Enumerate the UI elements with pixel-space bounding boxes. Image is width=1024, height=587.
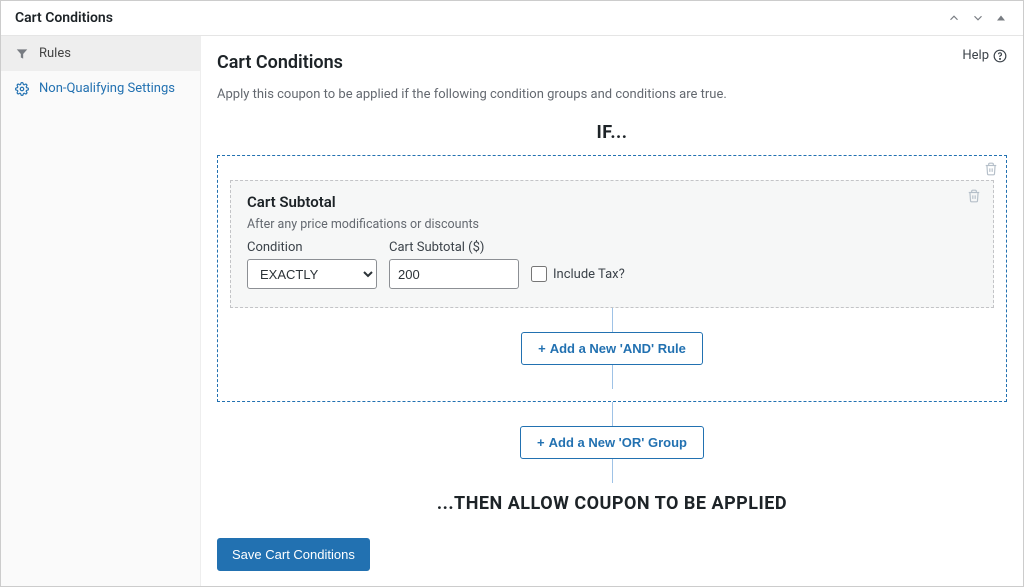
connector-line — [612, 459, 613, 483]
include-tax-checkbox[interactable] — [531, 266, 547, 282]
amount-input[interactable] — [389, 259, 519, 289]
rule-card-cart-subtotal: Cart Subtotal After any price modificati… — [230, 180, 994, 308]
if-label: IF... — [217, 122, 1007, 143]
add-or-group-button[interactable]: +Add a New 'OR' Group — [520, 426, 704, 459]
panel-move-down-icon[interactable] — [967, 7, 989, 29]
connector-line — [612, 308, 613, 332]
condition-field-label: Condition — [247, 240, 377, 255]
include-tax-label: Include Tax? — [553, 267, 625, 282]
page-title: Cart Conditions — [217, 52, 1007, 73]
panel-toggle-icon[interactable] — [991, 8, 1011, 28]
sidebar: Rules Non-Qualifying Settings — [1, 36, 201, 586]
rule-subtitle: After any price modifications or discoun… — [247, 217, 977, 232]
delete-rule-icon[interactable] — [967, 189, 981, 203]
include-tax-wrap[interactable]: Include Tax? — [531, 259, 625, 289]
plus-icon: + — [538, 341, 546, 356]
panel-title: Cart Conditions — [15, 10, 941, 26]
connector-line — [612, 365, 613, 389]
panel-header: Cart Conditions — [1, 1, 1023, 36]
sidebar-item-rules[interactable]: Rules — [1, 36, 200, 71]
connector-line — [612, 402, 613, 426]
amount-field-label: Cart Subtotal ($) — [389, 240, 519, 255]
sidebar-item-label: Non-Qualifying Settings — [39, 81, 175, 96]
add-and-rule-button[interactable]: +Add a New 'AND' Rule — [521, 332, 703, 365]
then-label: ...THEN ALLOW COUPON TO BE APPLIED — [217, 493, 1007, 514]
save-button[interactable]: Save Cart Conditions — [217, 538, 370, 571]
sidebar-item-non-qualifying[interactable]: Non-Qualifying Settings — [1, 71, 200, 106]
condition-select[interactable]: EXACTLY — [247, 259, 377, 289]
filter-icon — [15, 47, 29, 61]
help-icon — [993, 49, 1007, 63]
delete-group-icon[interactable] — [984, 162, 998, 176]
plus-icon: + — [537, 435, 545, 450]
rule-title: Cart Subtotal — [247, 193, 977, 211]
panel-move-up-icon[interactable] — [943, 7, 965, 29]
main-content: Help Cart Conditions Apply this coupon t… — [201, 36, 1023, 586]
page-description: Apply this coupon to be applied if the f… — [217, 87, 1007, 102]
condition-group: Cart Subtotal After any price modificati… — [217, 155, 1007, 402]
sidebar-item-label: Rules — [39, 46, 71, 61]
gear-icon — [15, 82, 29, 96]
help-link[interactable]: Help — [962, 48, 1007, 63]
